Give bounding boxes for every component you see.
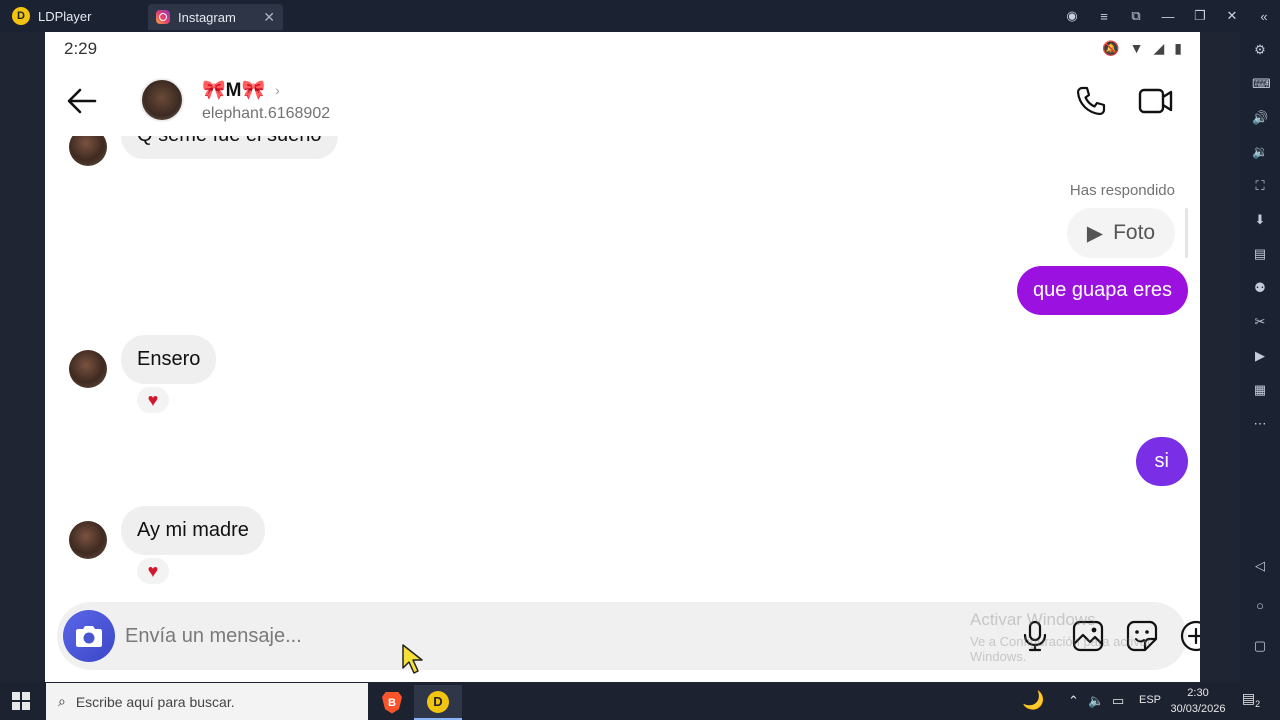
taskbar-clock[interactable]: 2:30 30/03/2026 (1168, 685, 1228, 717)
mouse-cursor-icon (402, 644, 423, 674)
multi-instance-icon[interactable]: ▦ (1252, 382, 1268, 398)
emulator-titlebar: D LDPlayer Instagram ✕ ◉ ≡ ⧉ — ❐ ✕ « (0, 0, 1280, 32)
chevron-right-icon: › (275, 82, 280, 98)
minimize-icon[interactable]: — (1152, 9, 1184, 24)
settings-gear-icon[interactable]: ⚙ (1252, 42, 1268, 58)
tab-close-icon[interactable]: ✕ (263, 9, 275, 26)
contact-name[interactable]: 🎀M🎀 › (202, 78, 280, 102)
chat-header: 🎀M🎀 › elephant.6168902 (45, 66, 1200, 136)
close-icon[interactable]: ✕ (1216, 8, 1248, 24)
app-title: LDPlayer (38, 8, 92, 24)
speaker-icon[interactable]: 🔈 (1088, 693, 1104, 709)
play-icon: ▶ (1086, 221, 1104, 245)
battery-icon: ▮ (1174, 40, 1182, 56)
windows-taskbar: ⌕ B D 🌙 ⌃ 🔈 ▭ ESP 2:30 30/03/2026 ▤2 (0, 682, 1280, 720)
taskbar-brave-button[interactable]: B (368, 685, 416, 720)
camera-icon (76, 626, 102, 647)
brave-browser-icon: B (382, 691, 402, 714)
sender-avatar (69, 521, 107, 559)
volume-down-icon[interactable]: 🔉 (1252, 144, 1268, 160)
heart-reaction-icon[interactable]: ♥ (135, 385, 171, 415)
screenshot-icon[interactable]: ⛶ (1252, 178, 1268, 194)
clock-time: 2:30 (1187, 687, 1209, 699)
video-call-icon[interactable] (1138, 84, 1174, 118)
windows-start-icon[interactable] (12, 692, 30, 710)
account-icon[interactable]: ◉ (1056, 8, 1088, 24)
clock-date: 30/03/2026 (1170, 703, 1226, 715)
shared-folder-icon[interactable]: ▤ (1252, 246, 1268, 262)
android-back-icon[interactable]: ◁ (1252, 558, 1268, 574)
message-list[interactable]: Q semé fue el sueño Has respondido ▶ Fot… (45, 136, 1200, 602)
sent-message-1[interactable]: que guapa eres (1016, 266, 1188, 315)
received-message-2[interactable]: Ay mi madre (121, 506, 265, 555)
window-controls: ◉ ≡ ⧉ — ❐ ✕ « (1056, 0, 1280, 32)
keyboard-icon[interactable]: ⌨ (1252, 76, 1271, 92)
ldplayer-logo-icon: D (12, 7, 30, 25)
wifi-icon: ▼ (1129, 40, 1144, 56)
sender-avatar (69, 350, 107, 388)
received-message-1[interactable]: Ensero (121, 335, 217, 384)
windows-activation-subtext: Ve a Configuración para activar Windows. (970, 634, 1152, 664)
android-home-icon[interactable]: ○ (1252, 598, 1268, 614)
search-icon: ⌕ (58, 693, 66, 709)
tab-label: Instagram (178, 9, 236, 25)
network-icon[interactable]: ▭ (1112, 693, 1124, 709)
message-input[interactable] (125, 620, 945, 652)
ldplayer-icon: D (427, 690, 449, 713)
sender-avatar (69, 136, 107, 166)
taskbar-search[interactable]: ⌕ (46, 683, 368, 720)
contact-avatar[interactable] (140, 78, 184, 122)
operation-record-icon[interactable]: ⚉ (1252, 280, 1268, 296)
restore-icon[interactable]: ❐ (1184, 8, 1216, 24)
emulator-left-margin (0, 32, 45, 682)
phone-call-icon[interactable] (1074, 84, 1108, 118)
android-recents-icon[interactable]: ▢ (1252, 638, 1268, 654)
collapse-sidebar-icon[interactable]: « (1248, 9, 1280, 24)
language-indicator[interactable]: ESP (1139, 694, 1161, 706)
contact-display-name: 🎀M🎀 (202, 80, 266, 101)
contact-username: elephant.6168902 (202, 105, 331, 122)
show-hidden-icons-icon[interactable]: ⌃ (1068, 693, 1079, 709)
volume-up-icon[interactable]: 🔊 (1252, 110, 1268, 126)
video-record-icon[interactable]: ▶ (1252, 348, 1268, 364)
screen-mode-icon[interactable]: ⧉ (1120, 8, 1152, 24)
heart-reaction-icon[interactable]: ♥ (135, 556, 171, 586)
instagram-logo-icon (156, 10, 170, 24)
emulator-right-margin (1200, 32, 1240, 682)
notification-count: 2 (1255, 698, 1261, 709)
received-message-partial[interactable]: Q semé fue el sueño (121, 136, 338, 159)
notification-center-icon[interactable]: ▤2 (1240, 690, 1262, 712)
android-status-bar: 2:29 🔕 ▼ ◢ ▮ (45, 32, 1200, 66)
windows-activation-watermark: Activar Windows (970, 610, 1096, 629)
apk-install-icon[interactable]: ⬇ (1252, 212, 1268, 228)
back-arrow-icon[interactable] (65, 84, 99, 118)
emulator-sidebar: ⚙ ⌨ 🔊 🔉 ⛶ ⬇ ▤ ⚉ ✂ ▶ ▦ ⋯ ◁ ○ ▢ (1240, 32, 1280, 682)
taskbar-ldplayer-button[interactable]: D (414, 685, 462, 720)
cut-icon[interactable]: ✂ (1252, 314, 1268, 330)
app-title-area: D LDPlayer (12, 6, 91, 26)
menu-icon[interactable]: ≡ (1088, 9, 1120, 24)
night-light-icon[interactable]: 🌙 (1022, 690, 1044, 711)
replied-label: Has respondido (1069, 182, 1175, 199)
replied-photo-preview[interactable]: ▶ Foto (1067, 208, 1175, 258)
replied-media-label: Foto (1113, 221, 1156, 244)
notifications-muted-icon: 🔕 (1102, 40, 1120, 56)
taskbar-search-input[interactable] (75, 693, 336, 710)
reply-indicator-bar (1185, 208, 1188, 258)
status-icons: 🔕 ▼ ◢ ▮ (1102, 40, 1182, 57)
tab-instagram[interactable]: Instagram ✕ (148, 4, 283, 30)
more-options-icon[interactable]: ⋯ (1252, 416, 1268, 432)
sent-message-2[interactable]: si (1135, 437, 1188, 486)
status-time: 2:29 (64, 39, 98, 58)
camera-button[interactable] (63, 610, 115, 662)
phone-screen: 2:29 🔕 ▼ ◢ ▮ 🎀M🎀 › elephant.6168902 Q se… (45, 32, 1200, 682)
signal-icon: ◢ (1153, 40, 1165, 56)
